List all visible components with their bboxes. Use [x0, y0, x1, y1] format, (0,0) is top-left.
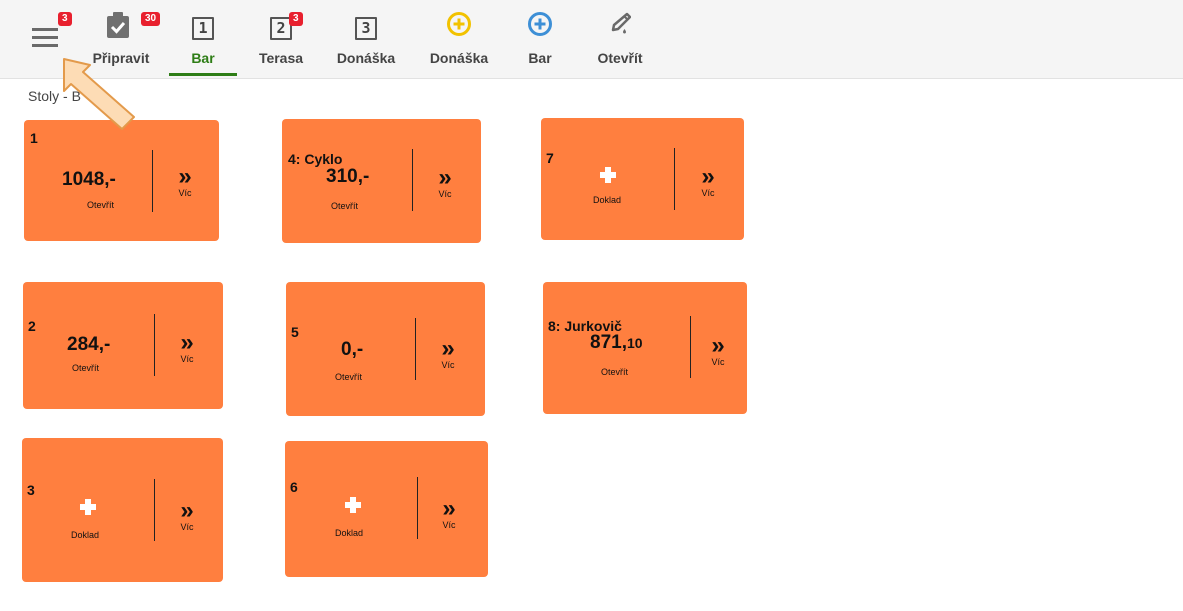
card-divider: [154, 314, 155, 376]
more-label: Víc: [180, 354, 194, 364]
double-chevron-right-icon: »: [441, 335, 455, 362]
plus-icon: [600, 167, 616, 183]
open-table-link[interactable]: Otevřít: [331, 201, 358, 211]
new-receipt-link[interactable]: Doklad: [593, 195, 621, 205]
add-circle-yellow-icon: [447, 12, 471, 36]
active-tab-indicator: [169, 73, 237, 76]
table-card-7[interactable]: 7 Doklad » Víc: [541, 118, 744, 240]
table-amount: 1048,-: [62, 169, 116, 190]
open-label: Otevřít: [597, 50, 643, 66]
menu-badge: 3: [58, 12, 72, 26]
top-toolbar: 3 30 Připravit 1 Bar 2 3 Terasa 3 Donášk…: [0, 0, 1183, 79]
more-button[interactable]: » Víc: [693, 163, 723, 199]
amount-decimal: 10: [626, 335, 643, 351]
add-bar-button[interactable]: Bar: [512, 0, 568, 78]
table-card-1[interactable]: 1 1048,- Otevřít » Víc: [24, 120, 219, 241]
table-title: 3: [27, 482, 35, 498]
prepare-badge: 30: [141, 12, 161, 26]
plus-icon: [345, 497, 361, 513]
tab-terasa-label: Terasa: [258, 50, 304, 66]
more-button[interactable]: » Víc: [434, 495, 464, 531]
table-card-3[interactable]: 3 Doklad » Víc: [22, 438, 223, 582]
table-title: 5: [291, 324, 299, 340]
table-amount: 310,-: [326, 166, 370, 187]
more-label: Víc: [180, 522, 194, 532]
table-amount: 0,-: [341, 339, 364, 360]
card-divider: [690, 316, 691, 378]
more-button[interactable]: » Víc: [703, 332, 733, 368]
double-chevron-right-icon: »: [711, 332, 725, 359]
table-title: 7: [546, 150, 554, 166]
table-group-1-icon: 1: [192, 17, 214, 40]
plus-icon: [80, 499, 96, 515]
double-chevron-right-icon: »: [438, 164, 452, 191]
more-label: Víc: [701, 188, 715, 198]
add-circle-blue-icon: [528, 12, 552, 36]
clipboard-check-icon: [107, 12, 129, 38]
card-divider: [674, 148, 675, 210]
table-amount: 871,10: [590, 332, 643, 354]
table-card-4[interactable]: 4: Cyklo 310,- Otevřít » Víc: [282, 119, 481, 243]
card-divider: [415, 318, 416, 380]
card-divider: [152, 150, 153, 212]
open-table-link[interactable]: Otevřít: [601, 367, 628, 377]
tab-bar-1[interactable]: 1 Bar: [169, 0, 237, 78]
more-label: Víc: [442, 520, 456, 530]
table-card-6[interactable]: 6 Doklad » Víc: [285, 441, 488, 577]
table-title: 1: [30, 130, 38, 146]
tab-donaska[interactable]: 3 Donáška: [326, 0, 406, 78]
double-chevron-right-icon: »: [701, 163, 715, 190]
table-card-8[interactable]: 8: Jurkovič 871,10 Otevřít » Víc: [543, 282, 747, 414]
table-amount: 284,-: [67, 334, 111, 355]
tab-bar-1-label: Bar: [191, 50, 215, 66]
more-button[interactable]: » Víc: [170, 163, 200, 199]
more-button[interactable]: » Víc: [430, 164, 460, 200]
new-receipt-link[interactable]: Doklad: [335, 528, 363, 538]
double-chevron-right-icon: »: [180, 329, 194, 356]
pointer-arrow-icon: [63, 58, 135, 130]
add-delivery-button[interactable]: Donáška: [418, 0, 500, 78]
open-button[interactable]: Otevřít: [582, 0, 658, 78]
pen-icon: [611, 12, 631, 34]
card-divider: [154, 479, 155, 541]
double-chevron-right-icon: »: [442, 495, 456, 522]
more-label: Víc: [711, 357, 725, 367]
terasa-badge: 3: [289, 12, 303, 26]
double-chevron-right-icon: »: [180, 497, 194, 524]
new-receipt-link[interactable]: Doklad: [71, 530, 99, 540]
more-label: Víc: [441, 360, 455, 370]
card-divider: [412, 149, 413, 211]
more-label: Víc: [178, 188, 192, 198]
more-button[interactable]: » Víc: [172, 497, 202, 533]
card-divider: [417, 477, 418, 539]
open-table-link[interactable]: Otevřít: [72, 363, 99, 373]
open-table-link[interactable]: Otevřít: [335, 372, 362, 382]
open-table-link[interactable]: Otevřít: [87, 200, 114, 210]
more-label: Víc: [438, 189, 452, 199]
table-title: 6: [290, 479, 298, 495]
table-card-5[interactable]: 5 0,- Otevřít » Víc: [286, 282, 485, 416]
table-title: 2: [28, 318, 36, 334]
tab-terasa[interactable]: 2 3 Terasa: [247, 0, 315, 78]
table-card-2[interactable]: 2 284,- Otevřít » Víc: [23, 282, 223, 409]
add-delivery-label: Donáška: [429, 50, 489, 66]
amount-integer: 871,: [590, 332, 627, 353]
more-button[interactable]: » Víc: [433, 335, 463, 371]
tab-donaska-label: Donáška: [336, 50, 396, 66]
more-button[interactable]: » Víc: [172, 329, 202, 365]
double-chevron-right-icon: »: [178, 163, 192, 190]
add-bar-label: Bar: [528, 50, 552, 66]
table-title: 4: Cyklo: [288, 151, 343, 167]
hamburger-icon: [32, 28, 58, 47]
table-group-3-icon: 3: [355, 17, 377, 40]
